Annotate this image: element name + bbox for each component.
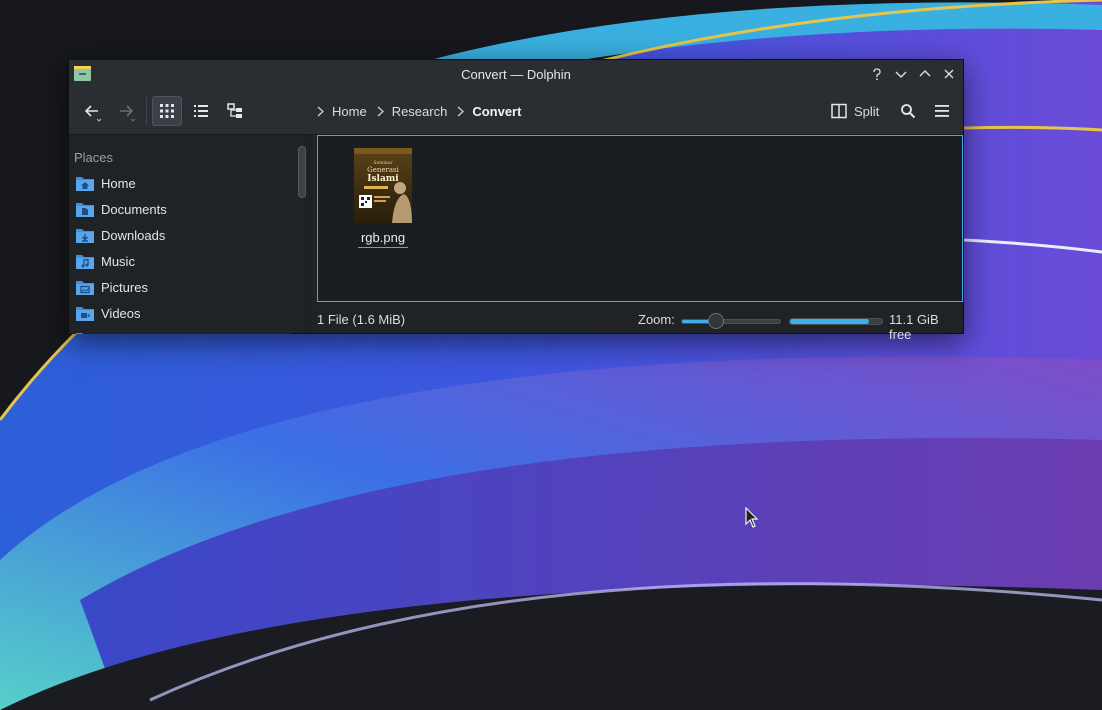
file-selection-underline	[358, 247, 408, 248]
place-music[interactable]: Music	[75, 250, 135, 272]
zoom-slider-handle[interactable]	[708, 313, 725, 329]
maximize-icon[interactable]	[916, 65, 934, 83]
file-name[interactable]: rgb.png	[353, 230, 413, 245]
folder-downloads-icon	[76, 229, 94, 243]
minimize-icon[interactable]	[892, 65, 910, 83]
status-summary: 1 File (1.6 MiB)	[317, 312, 406, 327]
arrow-left-icon	[84, 105, 102, 122]
list-icon	[194, 105, 208, 117]
folder-icon	[76, 333, 83, 334]
file-view[interactable]: Seminar Generasi Islami rgb.png	[317, 135, 963, 302]
icons-view-button[interactable]	[152, 96, 182, 126]
mouse-cursor-icon	[745, 507, 759, 528]
toolbar-separator	[146, 97, 147, 125]
place-partial[interactable]	[75, 328, 95, 334]
window-title: Convert — Dolphin	[461, 67, 571, 82]
zoom-slider[interactable]	[681, 313, 781, 329]
breadcrumb-home[interactable]: Home	[317, 104, 367, 119]
tree-icon	[227, 103, 242, 118]
free-space-label: 11.1 GiB free	[889, 312, 939, 342]
file-item[interactable]: Seminar Generasi Islami rgb.png	[353, 146, 413, 248]
menu-button[interactable]	[927, 96, 957, 126]
thumb-text-3: Islami	[367, 174, 399, 184]
place-downloads[interactable]: Downloads	[75, 224, 165, 246]
search-button[interactable]	[893, 96, 923, 126]
split-label: Split	[854, 103, 880, 119]
disk-space-fill	[790, 319, 870, 324]
zoom-label: Zoom:	[638, 312, 675, 327]
disk-space-bar	[789, 318, 883, 325]
search-icon	[901, 104, 916, 119]
split-view-icon	[831, 103, 847, 119]
grid-icon	[160, 104, 174, 118]
arrow-right-icon	[120, 105, 136, 122]
places-scrollbar[interactable]	[298, 146, 306, 198]
folder-documents-icon	[76, 203, 94, 217]
breadcrumb: Home Research Convert	[317, 102, 531, 120]
hamburger-menu-icon	[935, 105, 949, 117]
details-view-button[interactable]	[186, 96, 216, 126]
chevron-right-icon	[317, 106, 324, 116]
folder-home-icon	[76, 177, 94, 191]
tree-view-button[interactable]	[220, 96, 250, 126]
place-home[interactable]: Home	[75, 172, 136, 194]
place-videos[interactable]: Videos	[75, 302, 141, 324]
breadcrumb-convert[interactable]: Convert	[457, 104, 521, 119]
dolphin-window: Convert — Dolphin Home Research Convert …	[68, 59, 964, 342]
place-documents[interactable]: Documents	[75, 198, 167, 220]
back-button[interactable]	[77, 96, 107, 126]
file-thumbnail: Seminar Generasi Islami	[354, 148, 412, 223]
folder-music-icon	[76, 255, 94, 269]
title-bar[interactable]: Convert — Dolphin	[69, 60, 963, 89]
panel-divider[interactable]	[309, 135, 310, 334]
breadcrumb-research[interactable]: Research	[377, 104, 447, 119]
close-icon[interactable]	[940, 65, 958, 83]
places-panel: Places Home Documents Downloads Music Pi…	[69, 135, 291, 334]
place-pictures[interactable]: Pictures	[75, 276, 148, 298]
chevron-right-icon	[377, 106, 384, 116]
status-bar: 1 File (1.6 MiB) Zoom: 11.1 GiB free	[317, 308, 963, 342]
folder-pictures-icon	[76, 281, 94, 295]
chevron-right-icon	[457, 106, 465, 116]
help-icon[interactable]	[868, 65, 886, 83]
toolbar: Home Research Convert Split	[69, 88, 963, 135]
places-header: Places	[74, 150, 114, 165]
thumb-text-2: Generasi	[367, 166, 399, 174]
split-button[interactable]: Split	[831, 100, 879, 122]
folder-videos-icon	[76, 307, 94, 321]
forward-button[interactable]	[111, 96, 141, 126]
